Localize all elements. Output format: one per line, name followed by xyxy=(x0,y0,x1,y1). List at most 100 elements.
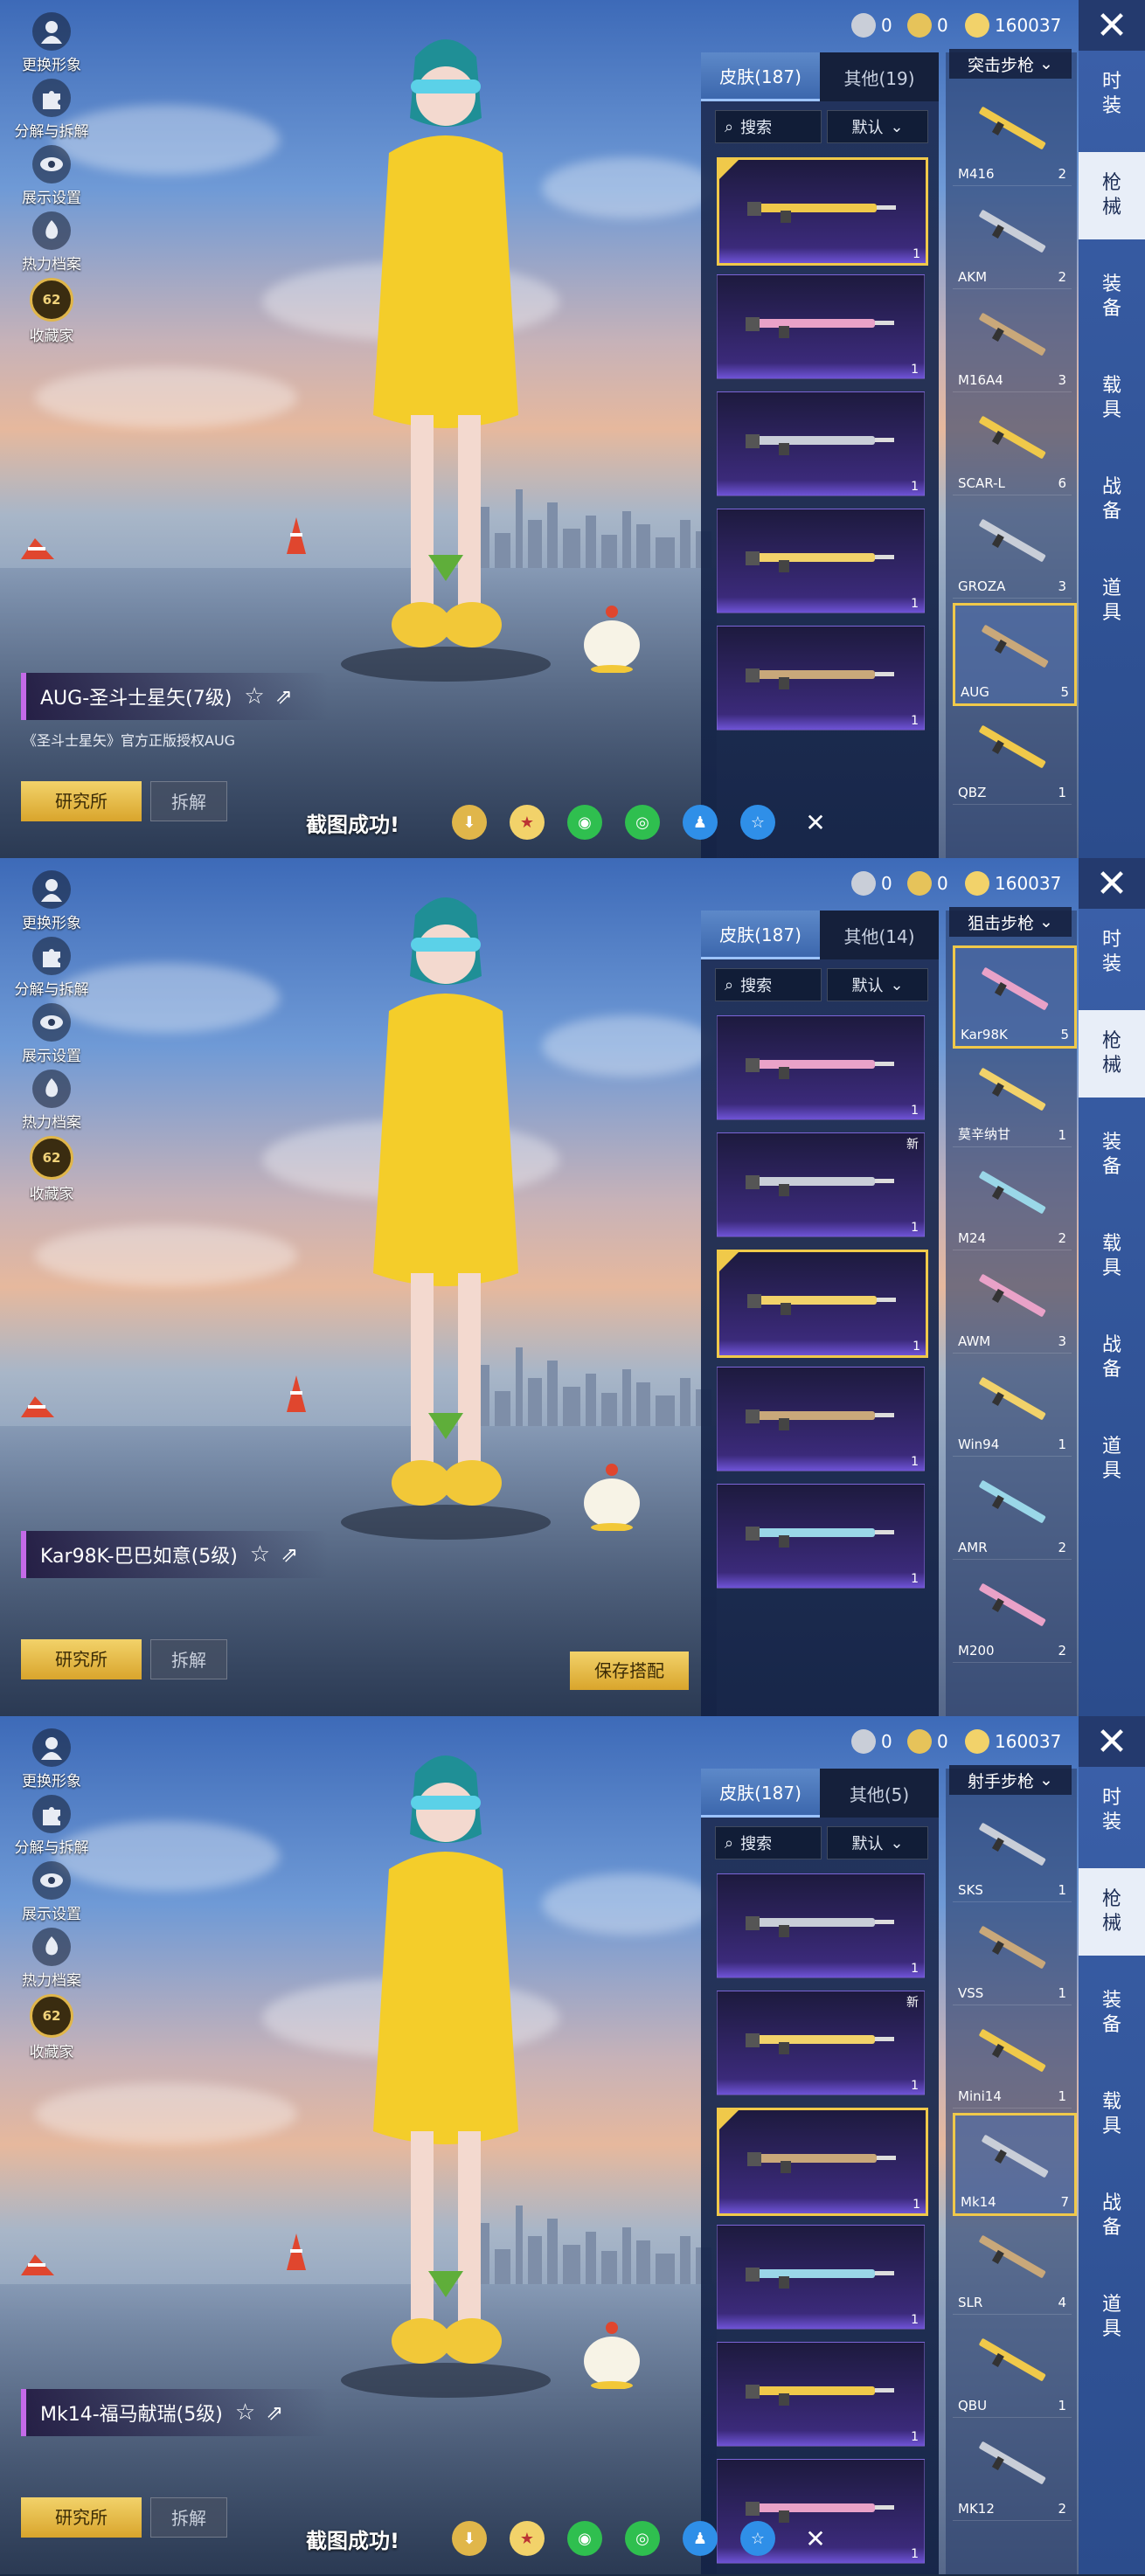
skin-card[interactable]: 1 xyxy=(717,157,928,266)
disassemble-button[interactable]: 拆解 xyxy=(150,2497,227,2538)
weapon-list-item[interactable]: AMR 2 xyxy=(953,1461,1072,1560)
tab-other[interactable]: 其他(14) xyxy=(820,911,939,959)
collector-button[interactable]: 62 收藏家 xyxy=(12,1136,91,1203)
tab-skins[interactable]: 皮肤(187) xyxy=(701,911,820,959)
weapon-list-item[interactable]: Mini14 1 xyxy=(953,2010,1072,2109)
weapon-list-item[interactable]: M416 2 xyxy=(953,87,1072,186)
weapon-list-item[interactable]: AWM 3 xyxy=(953,1255,1072,1354)
moments-icon[interactable]: ◎ xyxy=(624,2521,660,2556)
skin-card[interactable]: 1 xyxy=(717,1367,925,1472)
save-image-icon[interactable]: ⬇ xyxy=(451,805,487,840)
skin-card[interactable]: 1 xyxy=(717,509,925,613)
display-settings-button[interactable]: 展示设置 xyxy=(12,145,91,207)
weapon-list-item[interactable]: AKM 2 xyxy=(953,190,1072,289)
change-appearance-button[interactable]: 更换形象 xyxy=(12,12,91,74)
search-input[interactable]: ⌕ 搜索 xyxy=(715,110,822,143)
weapon-list-item[interactable]: Win94 1 xyxy=(953,1358,1072,1457)
weapon-category-dropdown[interactable]: 突击步枪 ⌄ xyxy=(949,49,1072,79)
category-combat-prep[interactable]: 战备 xyxy=(1079,2172,1145,2260)
skin-card[interactable]: 1 xyxy=(717,1484,925,1589)
category-equipment[interactable]: 装备 xyxy=(1079,253,1145,341)
category-guns[interactable]: 枪械 xyxy=(1079,1010,1145,1098)
change-appearance-button[interactable]: 更换形象 xyxy=(12,870,91,932)
category-vehicles[interactable]: 载具 xyxy=(1079,1213,1145,1300)
weapon-list-item[interactable]: Mk14 7 xyxy=(953,2113,1077,2216)
close-button[interactable]: ✕ xyxy=(1079,0,1145,51)
favorite-star-icon[interactable]: ☆ xyxy=(235,2399,255,2426)
weapon-list-item[interactable]: M200 2 xyxy=(953,1564,1072,1663)
category-guns[interactable]: 枪械 xyxy=(1079,152,1145,239)
weapon-category-dropdown[interactable]: 狙击步枪 ⌄ xyxy=(949,907,1072,937)
collector-button[interactable]: 62 收藏家 xyxy=(12,1994,91,2061)
research-button[interactable]: 研究所 xyxy=(21,781,142,821)
qq-icon[interactable]: ♟ xyxy=(682,805,718,840)
weapon-list-item[interactable]: M24 2 xyxy=(953,1152,1072,1250)
heat-profile-button[interactable]: 热力档案 xyxy=(12,1070,91,1132)
qzone-icon[interactable]: ☆ xyxy=(739,2521,775,2556)
skin-card[interactable]: 1 xyxy=(717,1250,928,1358)
heat-profile-share-icon[interactable]: ★ xyxy=(509,805,545,840)
share-icon[interactable]: ⇗ xyxy=(275,684,293,709)
weapon-list-item[interactable]: SCAR-L 6 xyxy=(953,397,1072,495)
skin-card[interactable]: 1 xyxy=(717,2108,928,2216)
skin-card[interactable]: 1新 xyxy=(717,1132,925,1237)
weapon-list-item[interactable]: QBZ 1 xyxy=(953,706,1072,805)
category-vehicles[interactable]: 载具 xyxy=(1079,355,1145,442)
tab-skins[interactable]: 皮肤(187) xyxy=(701,52,820,101)
category-equipment[interactable]: 装备 xyxy=(1079,1970,1145,2057)
weapon-list-item[interactable]: QBU 1 xyxy=(953,2319,1072,2418)
skin-card[interactable]: 1 xyxy=(717,391,925,496)
category-items[interactable]: 道具 xyxy=(1079,557,1145,645)
weapon-list-item[interactable]: SLR 4 xyxy=(953,2216,1072,2315)
search-input[interactable]: ⌕ 搜索 xyxy=(715,968,822,1001)
share-icon[interactable]: ⇗ xyxy=(266,2400,283,2425)
sort-dropdown[interactable]: 默认 ⌄ xyxy=(827,110,928,143)
disassemble-button[interactable]: 拆解 xyxy=(150,781,227,821)
display-settings-button[interactable]: 展示设置 xyxy=(12,1003,91,1065)
favorite-star-icon[interactable]: ☆ xyxy=(244,683,264,710)
heat-profile-button[interactable]: 热力档案 xyxy=(12,1928,91,1990)
weapon-list-item[interactable]: AUG 5 xyxy=(953,603,1077,706)
close-share-icon[interactable]: ✕ xyxy=(798,2521,833,2556)
category-equipment[interactable]: 装备 xyxy=(1079,1111,1145,1199)
qq-icon[interactable]: ♟ xyxy=(682,2521,718,2556)
category-items[interactable]: 道具 xyxy=(1079,1416,1145,1503)
category-fashion[interactable]: 时装 xyxy=(1079,909,1145,996)
skin-card[interactable]: 1新 xyxy=(717,1991,925,2095)
skin-card[interactable]: 1 xyxy=(717,274,925,379)
wechat-icon[interactable]: ◉ xyxy=(566,805,602,840)
display-settings-button[interactable]: 展示设置 xyxy=(12,1861,91,1923)
qzone-icon[interactable]: ☆ xyxy=(739,805,775,840)
change-appearance-button[interactable]: 更换形象 xyxy=(12,1728,91,1790)
weapon-list-item[interactable]: 莫辛纳甘 1 xyxy=(953,1049,1072,1147)
weapon-list-item[interactable]: Kar98K 5 xyxy=(953,945,1077,1049)
close-share-icon[interactable]: ✕ xyxy=(798,805,833,840)
skin-card[interactable]: 1 xyxy=(717,626,925,731)
tab-skins[interactable]: 皮肤(187) xyxy=(701,1769,820,1818)
skin-card[interactable]: 1 xyxy=(717,2342,925,2447)
collector-button[interactable]: 62 收藏家 xyxy=(12,278,91,345)
sort-dropdown[interactable]: 默认 ⌄ xyxy=(827,1826,928,1859)
sort-dropdown[interactable]: 默认 ⌄ xyxy=(827,968,928,1001)
category-items[interactable]: 道具 xyxy=(1079,2274,1145,2361)
wechat-icon[interactable]: ◉ xyxy=(566,2521,602,2556)
research-button[interactable]: 研究所 xyxy=(21,1639,142,1679)
category-guns[interactable]: 枪械 xyxy=(1079,1868,1145,1956)
favorite-star-icon[interactable]: ☆ xyxy=(250,1541,270,1568)
search-input[interactable]: ⌕ 搜索 xyxy=(715,1826,822,1859)
decompose-button[interactable]: 分解与拆解 xyxy=(12,937,91,999)
save-image-icon[interactable]: ⬇ xyxy=(451,2521,487,2556)
save-outfit-button[interactable]: 保存搭配 xyxy=(570,1652,689,1690)
decompose-button[interactable]: 分解与拆解 xyxy=(12,79,91,141)
weapon-list-item[interactable]: SKS 1 xyxy=(953,1804,1072,1902)
category-vehicles[interactable]: 载具 xyxy=(1079,2071,1145,2158)
weapon-list-item[interactable]: GROZA 3 xyxy=(953,500,1072,599)
weapon-list-item[interactable]: MK12 2 xyxy=(953,2422,1072,2521)
category-fashion[interactable]: 时装 xyxy=(1079,51,1145,138)
skin-card[interactable]: 1 xyxy=(717,1873,925,1978)
category-combat-prep[interactable]: 战备 xyxy=(1079,456,1145,544)
share-icon[interactable]: ⇗ xyxy=(281,1542,298,1567)
weapon-list-item[interactable]: M16A4 3 xyxy=(953,294,1072,392)
skin-card[interactable]: 1 xyxy=(717,2225,925,2330)
weapon-list-item[interactable]: VSS 1 xyxy=(953,1907,1072,2005)
